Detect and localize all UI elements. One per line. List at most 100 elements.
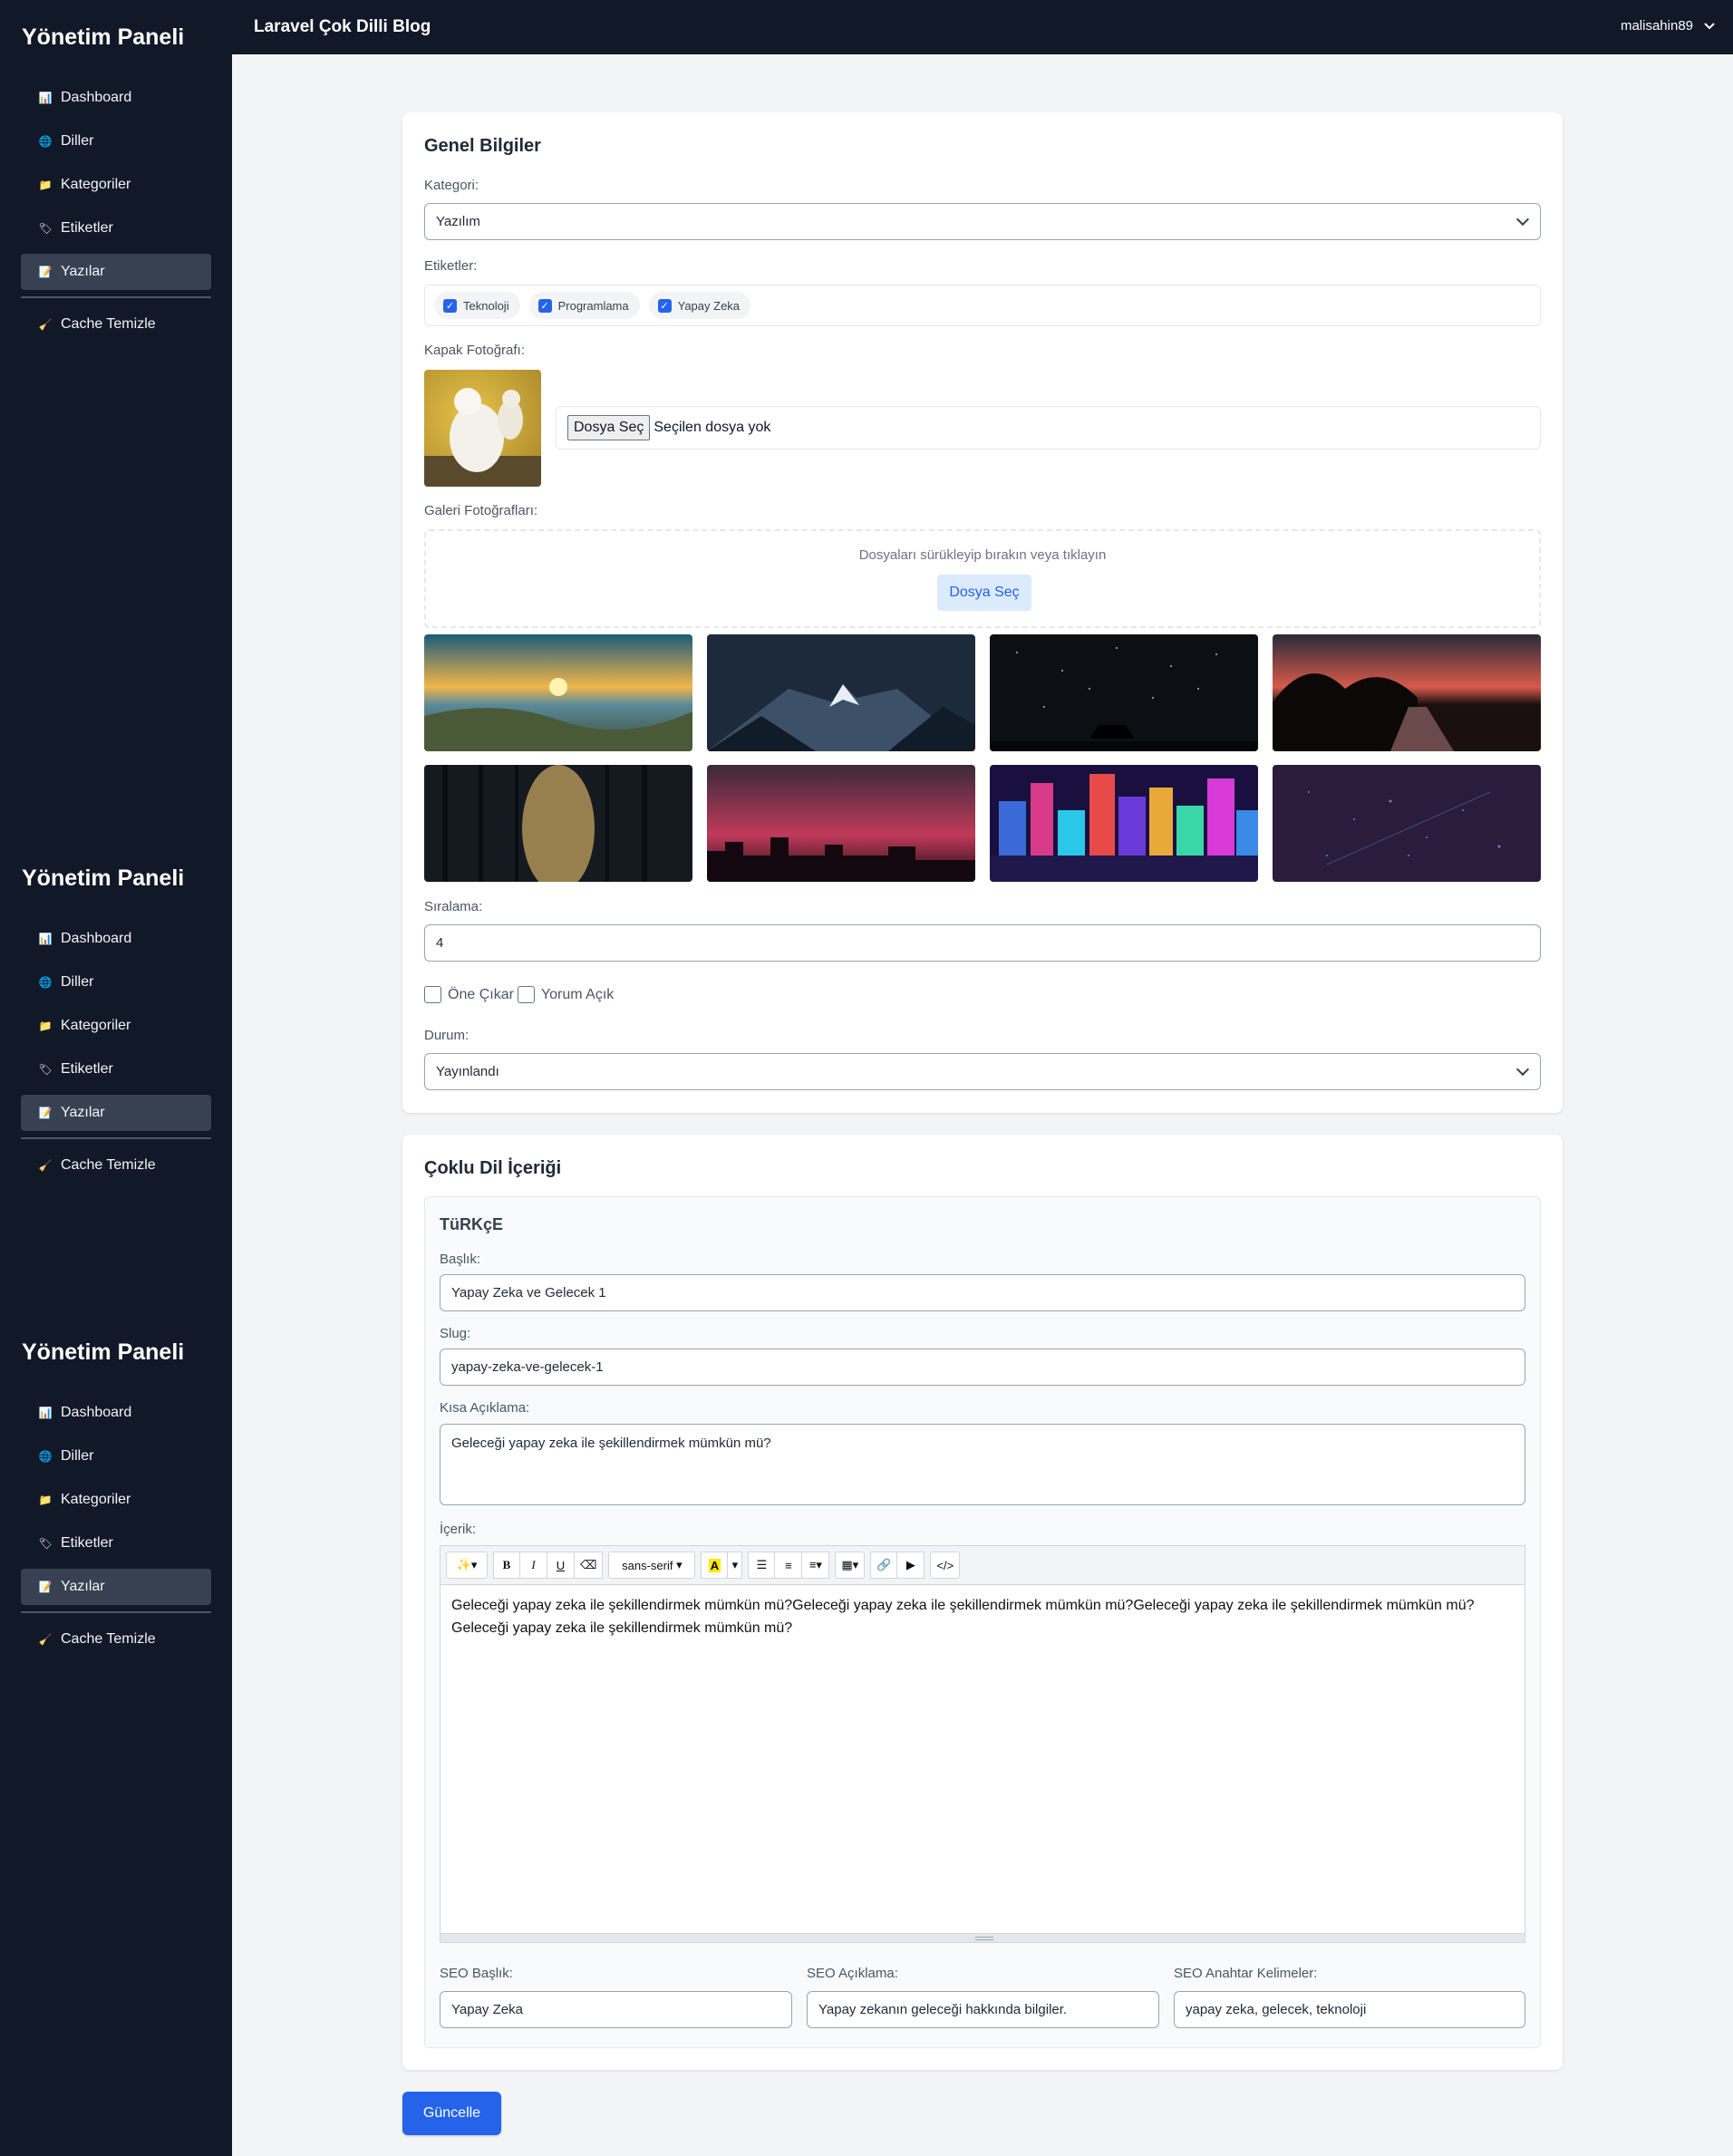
magic-wand-icon[interactable]: ✨▾: [446, 1552, 488, 1579]
tag-chip[interactable]: ✓ Programlama: [528, 292, 640, 319]
sidebar-item-kategoriler[interactable]: 📁 Kategoriler: [21, 167, 211, 203]
sidebar-item-etiketler[interactable]: 🏷 Etiketler: [21, 210, 211, 247]
order-input[interactable]: [424, 924, 1541, 962]
gallery-thumb[interactable]: [707, 765, 975, 882]
featured-checkbox[interactable]: [424, 986, 441, 1003]
language-section: TüRKçE Başlık: Slug: Kısa Açıklama: Gele…: [424, 1196, 1541, 2048]
sidebar-item-dashboard[interactable]: 📊 Dashboard: [21, 80, 211, 116]
unordered-list-icon[interactable]: ☰: [748, 1552, 776, 1579]
table-icon[interactable]: ▦▾: [835, 1552, 866, 1579]
gallery-thumb[interactable]: [1273, 765, 1541, 882]
code-view-icon[interactable]: </>: [930, 1552, 961, 1579]
gallery-thumb[interactable]: [707, 634, 975, 751]
globe-icon: 🌐: [38, 135, 53, 148]
neon-city-photo: [990, 765, 1258, 882]
seo-desc-label: SEO Açıklama:: [807, 1966, 898, 1981]
sidebar-item-diller[interactable]: 🌐 Diller: [21, 123, 211, 160]
tags-box: ✓ Teknoloji ✓ Programlama ✓ Yapay Zeka: [424, 285, 1541, 326]
language-title: TüRKçE: [440, 1215, 504, 1233]
sidebar-item-yazilar[interactable]: 📝 Yazılar: [21, 254, 211, 290]
gallery-dropzone[interactable]: Dosyaları sürükleyip bırakın veya tıklay…: [424, 529, 1541, 628]
starry-sky-photo: [990, 634, 1258, 751]
sidebar-item-diller[interactable]: 🌐 Diller: [21, 964, 211, 1001]
checkbox-row: Öne Çıkar Yorum Açık: [424, 986, 614, 1003]
broom-icon: 🧹: [38, 1159, 53, 1172]
sidebar-item-cache[interactable]: 🧹 Cache Temizle: [21, 1147, 211, 1184]
tag-icon: 🏷: [38, 222, 53, 235]
editor-toolbar: ✨▾ B I U ⌫ sans-serif ▾ A ▾ ☰ ≡ ≡▾ ▦▾ 🔗 …: [440, 1545, 1525, 1584]
sidebar-item-yazilar[interactable]: 📝 Yazılar: [21, 1569, 211, 1605]
sidebar-item-kategoriler[interactable]: 📁 Kategoriler: [21, 1008, 211, 1044]
dropzone-button[interactable]: Dosya Seç: [937, 575, 1031, 611]
seo-title-input[interactable]: [440, 1991, 792, 2028]
folder-icon: 📁: [38, 179, 53, 191]
sidebar-item-cache[interactable]: 🧹 Cache Temizle: [21, 1621, 211, 1658]
status-select[interactable]: Yayınlandı: [424, 1053, 1541, 1090]
tag-chip[interactable]: ✓ Yapay Zeka: [648, 292, 751, 319]
featured-label: Öne Çıkar: [448, 986, 514, 1002]
folder-icon: 📁: [38, 1494, 53, 1506]
gallery-thumb[interactable]: [990, 634, 1258, 751]
sidebar-item-etiketler[interactable]: 🏷 Etiketler: [21, 1051, 211, 1088]
content-label: İçerik:: [440, 1522, 477, 1537]
gallery-thumb[interactable]: [1273, 634, 1541, 751]
gallery-thumb[interactable]: [424, 634, 692, 751]
chevron-down-icon: [1515, 1062, 1530, 1077]
font-family-select[interactable]: sans-serif ▾: [608, 1552, 696, 1579]
city-skyline-photo: [707, 765, 975, 882]
app-title[interactable]: Laravel Çok Dilli Blog: [254, 17, 431, 37]
editor-resize-handle[interactable]: [440, 1934, 1525, 1943]
title-input[interactable]: [440, 1274, 1525, 1311]
video-icon[interactable]: ▶: [897, 1552, 925, 1579]
align-icon[interactable]: ≡▾: [802, 1552, 830, 1579]
seo-keywords-input[interactable]: [1174, 1991, 1525, 2028]
gallery-thumb[interactable]: [424, 765, 692, 882]
top-navbar: Laravel Çok Dilli Blog malisahin89: [232, 0, 1733, 54]
content-editor[interactable]: Geleceği yapay zeka ile şekillendirmek m…: [440, 1584, 1525, 1934]
update-button[interactable]: Güncelle: [402, 2092, 501, 2135]
text-color-icon[interactable]: A: [701, 1552, 729, 1579]
broom-icon: 🧹: [38, 318, 53, 331]
seo-desc-input[interactable]: [807, 1991, 1159, 2028]
ordered-list-icon[interactable]: ≡: [775, 1552, 803, 1579]
sidebar: Yönetim Paneli 📊 Dashboard 🌐 Diller 📁 Kateg…: [0, 0, 232, 2156]
checkbox-checked[interactable]: ✓: [443, 298, 457, 313]
checkbox-checked[interactable]: ✓: [537, 298, 552, 313]
link-icon[interactable]: 🔗: [870, 1552, 898, 1579]
slug-input[interactable]: [440, 1349, 1525, 1386]
sidebar-item-diller[interactable]: 🌐 Diller: [21, 1438, 211, 1474]
file-choose-button[interactable]: Dosya Seç: [567, 415, 651, 440]
folder-icon: 📁: [38, 1020, 53, 1032]
underline-icon[interactable]: U: [547, 1552, 575, 1579]
seo-keywords-label: SEO Anahtar Kelimeler:: [1174, 1966, 1318, 1981]
category-select[interactable]: Yazılım: [424, 203, 1541, 240]
sidebar-item-dashboard[interactable]: 📊 Dashboard: [21, 921, 211, 957]
category-label: Kategori:: [424, 178, 479, 193]
tag-chip[interactable]: ✓ Teknoloji: [434, 292, 520, 319]
username: malisahin89: [1620, 18, 1693, 34]
globe-icon: 🌐: [38, 976, 53, 989]
italic-icon[interactable]: I: [520, 1552, 547, 1579]
cover-file-input[interactable]: Dosya Seç Seçilen dosya yok: [556, 406, 1541, 450]
sidebar-item-dashboard[interactable]: 📊 Dashboard: [21, 1395, 211, 1431]
cover-label: Kapak Fotoğrafı:: [424, 343, 525, 358]
tags-label: Etiketler:: [424, 258, 478, 274]
gallery-thumb[interactable]: [990, 765, 1258, 882]
sidebar-item-etiketler[interactable]: 🏷 Etiketler: [21, 1525, 211, 1561]
sidebar-item-kategoriler[interactable]: 📁 Kategoriler: [21, 1482, 211, 1518]
dusk-road-photo: [1273, 634, 1541, 751]
broom-icon: 🧹: [38, 1633, 53, 1646]
user-menu[interactable]: malisahin89: [1621, 18, 1715, 34]
tag-icon: 🏷: [38, 1063, 53, 1076]
color-dropdown-icon[interactable]: ▾: [728, 1552, 743, 1579]
eraser-icon[interactable]: ⌫: [575, 1552, 604, 1579]
comments-checkbox[interactable]: [517, 986, 535, 1003]
summary-textarea[interactable]: Geleceği yapay zeka ile şekillendirmek m…: [440, 1424, 1525, 1505]
list-group: ☰ ≡ ≡▾: [748, 1552, 830, 1579]
sidebar-divider: [21, 1137, 211, 1139]
sidebar-item-cache[interactable]: 🧹 Cache Temizle: [21, 306, 211, 343]
checkbox-checked[interactable]: ✓: [657, 298, 672, 313]
sidebar-item-yazilar[interactable]: 📝 Yazılar: [21, 1095, 211, 1131]
snowy-peak-photo: [707, 634, 975, 751]
bold-icon[interactable]: B: [493, 1552, 520, 1579]
